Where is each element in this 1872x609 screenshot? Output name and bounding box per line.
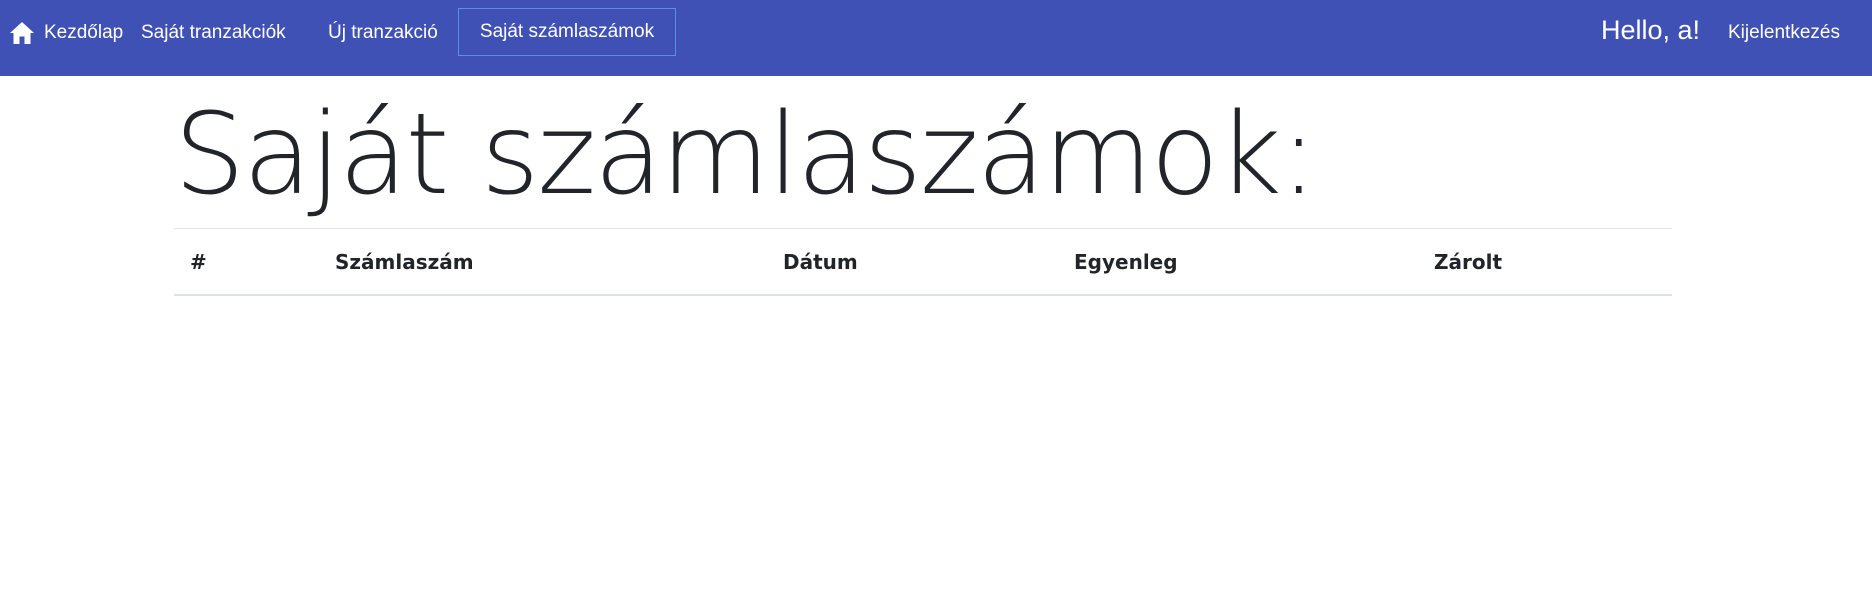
column-header-locked: Zárolt — [1434, 249, 1503, 274]
column-header-date: Dátum — [783, 249, 858, 274]
accounts-table-container: # Számlaszám Dátum Egyenleg Zárolt — [174, 228, 1672, 296]
user-greeting: Hello, a! — [1601, 14, 1701, 45]
column-header-number: # — [190, 249, 207, 274]
home-icon — [8, 19, 36, 47]
nav-home-label: Kezdőlap — [44, 22, 124, 43]
column-header-account-number: Számlaszám — [335, 249, 474, 274]
page-title: Saját számlaszámok: — [174, 90, 1318, 220]
table-header-row: # Számlaszám Dátum Egyenleg Zárolt — [174, 228, 1672, 295]
accounts-table: # Számlaszám Dátum Egyenleg Zárolt — [174, 228, 1672, 296]
nav-new-transaction-link[interactable]: Új tranzakció — [328, 0, 438, 66]
nav-my-accounts-link[interactable]: Saját számlaszámok — [458, 8, 676, 56]
column-header-balance: Egyenleg — [1074, 249, 1178, 274]
accounts-table-header: # Számlaszám Dátum Egyenleg Zárolt — [174, 228, 1672, 295]
top-navbar: Kezdőlap Saját tranzakciók Új tranzakció… — [0, 0, 1872, 76]
nav-my-transactions-link[interactable]: Saját tranzakciók — [141, 0, 286, 66]
logout-link[interactable]: Kijelentkezés — [1728, 0, 1840, 66]
nav-home-link[interactable]: Kezdőlap — [8, 0, 123, 66]
